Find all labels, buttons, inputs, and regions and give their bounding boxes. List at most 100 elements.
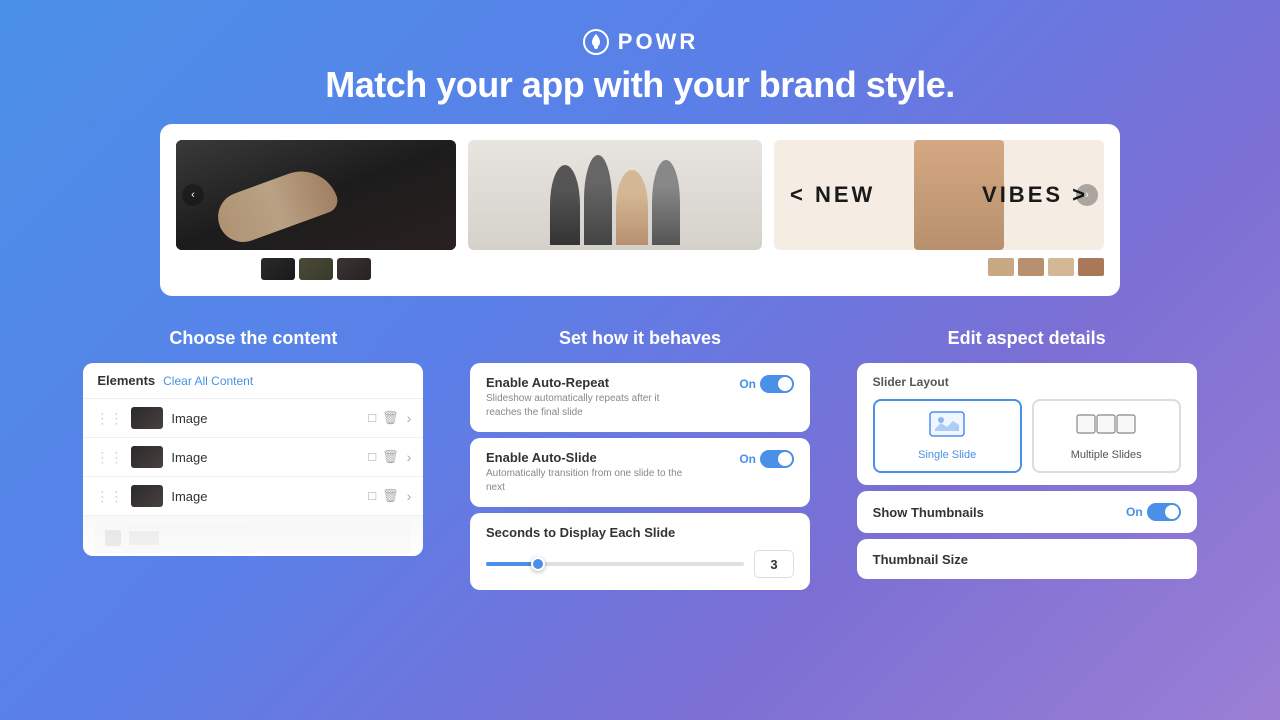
auto-slide-row: Enable Auto-Slide Automatically transiti… [486, 450, 794, 495]
delete-icon[interactable]: 🗑 [382, 488, 399, 504]
rthumb-2 [1018, 258, 1044, 276]
preview-container: ‹ < NEW [160, 124, 1120, 296]
auto-slide-desc: Automatically transition from one slide … [486, 467, 686, 495]
drag-icon[interactable]: ⋮⋮ [95, 488, 123, 505]
group-photo [468, 140, 762, 250]
auto-repeat-row: Enable Auto-Repeat Slideshow automatical… [486, 375, 794, 420]
column-left: Choose the content Elements Clear All Co… [60, 328, 447, 590]
elem-label-3: Image [171, 489, 360, 504]
single-slide-label: Single Slide [918, 449, 976, 461]
figure-3 [616, 170, 648, 245]
right-thumbs [988, 258, 1104, 276]
slider-layout-card: Slider Layout Single Slide [857, 363, 1197, 485]
bottom-section: Choose the content Elements Clear All Co… [0, 310, 1280, 590]
auto-slide-title: Enable Auto-Slide [486, 450, 686, 465]
range-track [486, 562, 744, 566]
col-middle-title: Set how it behaves [559, 328, 721, 349]
figure-4 [652, 160, 680, 245]
rthumb-4 [1078, 258, 1104, 276]
figure-2 [584, 155, 612, 245]
auto-repeat-toggle-label: On [739, 377, 756, 391]
auto-repeat-switch[interactable] [760, 375, 794, 393]
preview-right: < NEW VIBES > › [774, 140, 1104, 276]
slide-right-main: < NEW VIBES > › [774, 140, 1104, 250]
layout-options: Single Slide Multiple Slides [873, 399, 1181, 473]
elem-label-1: Image [171, 411, 360, 426]
vibes-text: VIBES > [982, 182, 1088, 208]
thumb-3 [337, 258, 371, 280]
powr-logo-icon [582, 28, 610, 56]
preview-left: ‹ [176, 140, 456, 280]
next-arrow[interactable]: › [1076, 184, 1098, 206]
range-thumb[interactable] [531, 557, 545, 571]
list-item: ⋮⋮ Image □ 🗑 › [83, 477, 423, 516]
show-thumbnails-card: Show Thumbnails On [857, 491, 1197, 533]
auto-slide-text: Enable Auto-Slide Automatically transiti… [486, 450, 686, 495]
left-thumbs [261, 258, 371, 280]
thumbnail-size-label: Thumbnail Size [873, 552, 968, 567]
new-text: < NEW [790, 182, 875, 208]
panel-fade [83, 516, 423, 556]
copy-icon[interactable]: □ [368, 449, 376, 465]
col-left-title: Choose the content [169, 328, 337, 349]
elements-label: Elements [97, 373, 155, 388]
elem-label-2: Image [171, 450, 360, 465]
multiple-slides-icon [1076, 411, 1136, 443]
drag-icon[interactable]: ⋮⋮ [95, 449, 123, 466]
preview-middle [468, 140, 762, 250]
header: POWR Match your app with your brand styl… [0, 0, 1280, 124]
auto-slide-card: Enable Auto-Slide Automatically transiti… [470, 438, 810, 507]
expand-icon-3[interactable]: › [407, 488, 412, 504]
list-item: ⋮⋮ Image □ 🗑 › [83, 438, 423, 477]
elements-header: Elements Clear All Content [83, 363, 423, 399]
copy-icon[interactable]: □ [368, 410, 376, 426]
slide-left-main: ‹ [176, 140, 456, 250]
logo: POWR [0, 28, 1280, 56]
slide-middle-main [468, 140, 762, 250]
delete-icon[interactable]: 🗑 [382, 410, 399, 426]
behavior-panel: Enable Auto-Repeat Slideshow automatical… [470, 363, 810, 590]
list-item: ⋮⋮ Image □ 🗑 › [83, 399, 423, 438]
auto-repeat-text: Enable Auto-Repeat Slideshow automatical… [486, 375, 686, 420]
single-slide-icon [929, 411, 965, 443]
tagline: Match your app with your brand style. [0, 64, 1280, 106]
seconds-title: Seconds to Display Each Slide [486, 525, 794, 540]
elem-thumb-3 [131, 485, 163, 507]
seconds-slider-row: 3 [486, 550, 794, 578]
elem-actions-1: □ 🗑 [368, 410, 398, 426]
multiple-slides-option[interactable]: Multiple Slides [1032, 399, 1181, 473]
expand-icon-1[interactable]: › [407, 410, 412, 426]
rthumb-3 [1048, 258, 1074, 276]
single-slide-option[interactable]: Single Slide [873, 399, 1022, 473]
elem-thumb-2 [131, 446, 163, 468]
elements-panel: Elements Clear All Content ⋮⋮ Image □ 🗑 … [83, 363, 423, 556]
drag-icon[interactable]: ⋮⋮ [95, 410, 123, 427]
elem-actions-2: □ 🗑 [368, 449, 398, 465]
slider-layout-title: Slider Layout [873, 375, 1181, 389]
clear-all-button[interactable]: Clear All Content [163, 374, 253, 388]
copy-icon[interactable]: □ [368, 488, 376, 504]
elem-thumb-1 [131, 407, 163, 429]
auto-slide-toggle[interactable]: On [739, 450, 794, 468]
thumb-2 [299, 258, 333, 280]
col-right-title: Edit aspect details [948, 328, 1106, 349]
auto-slide-switch[interactable] [760, 450, 794, 468]
thumb-1 [261, 258, 295, 280]
prev-arrow[interactable]: ‹ [182, 184, 204, 206]
auto-repeat-toggle[interactable]: On [739, 375, 794, 393]
delete-icon[interactable]: 🗑 [382, 449, 399, 465]
auto-repeat-desc: Slideshow automatically repeats after it… [486, 392, 686, 420]
slider-value[interactable]: 3 [754, 550, 794, 578]
show-thumbnails-toggle-label: On [1126, 505, 1143, 519]
logo-text: POWR [618, 29, 698, 55]
seconds-card: Seconds to Display Each Slide 3 [470, 513, 810, 590]
hand-image [176, 140, 456, 250]
auto-repeat-card: Enable Auto-Repeat Slideshow automatical… [470, 363, 810, 432]
expand-icon-2[interactable]: › [407, 449, 412, 465]
figure-1 [550, 165, 580, 245]
show-thumbnails-switch[interactable] [1147, 503, 1181, 521]
show-thumbnails-toggle[interactable]: On [1126, 503, 1181, 521]
elem-actions-3: □ 🗑 [368, 488, 398, 504]
thumbnail-size-card: Thumbnail Size [857, 539, 1197, 579]
auto-slide-toggle-label: On [739, 452, 756, 466]
